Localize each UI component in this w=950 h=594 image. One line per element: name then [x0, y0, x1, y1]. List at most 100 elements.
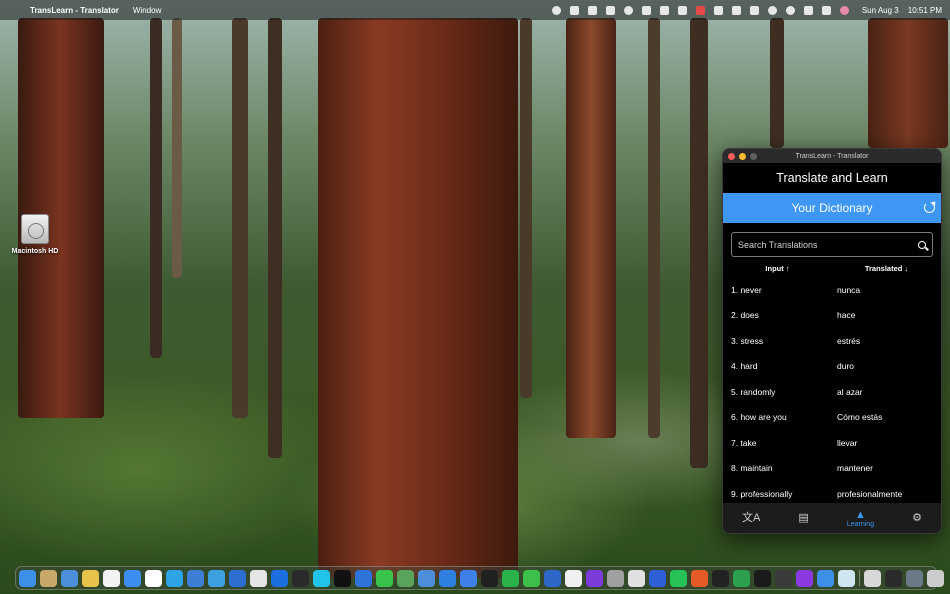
column-headers: Input ↑ Translated ↓ [723, 262, 941, 274]
record-status-icon[interactable] [623, 5, 633, 15]
translation-row[interactable]: 7. take llevar [723, 430, 941, 456]
screenshot-status-icon[interactable] [641, 5, 651, 15]
dock-app-icon[interactable] [334, 569, 351, 587]
menu-app-name[interactable]: TransLearn - Translator [30, 6, 119, 15]
tree-trunk [520, 18, 532, 398]
tab-settings[interactable]: ⚙ [912, 512, 922, 524]
row-translated: profesionalmente [837, 488, 903, 499]
dock-app-icon[interactable] [838, 569, 855, 587]
translation-row[interactable]: 5. randomly al azar [723, 379, 941, 405]
menu-window[interactable]: Window [133, 6, 161, 15]
tab-learning[interactable]: ▲ Learning [847, 509, 874, 528]
dock-app-icon[interactable] [481, 569, 498, 587]
dock-app-icon[interactable] [733, 569, 750, 587]
dock-app-icon[interactable] [670, 569, 687, 587]
translation-list: 1. never nunca 2. does hace 3. stress estré… [723, 277, 941, 507]
dock-app-icon[interactable] [586, 569, 603, 587]
row-input: 3. stress [731, 335, 764, 346]
search-icon[interactable] [918, 240, 926, 249]
tab-dictionary[interactable]: ▤ [798, 512, 808, 524]
dock-app-icon[interactable] [864, 569, 881, 587]
window-titlebar[interactable]: TransLearn - Translator [723, 149, 941, 163]
dock-app-icon[interactable] [775, 569, 792, 587]
dock-app-icon[interactable] [124, 569, 141, 587]
dock-app-icon[interactable] [19, 569, 36, 587]
dock-app-icon[interactable] [82, 569, 99, 587]
control-center-icon[interactable] [821, 5, 831, 15]
status-area: Sun Aug 3 10:51 PM [551, 5, 942, 15]
dock-app-icon[interactable] [313, 569, 330, 587]
menu-time[interactable]: 10:51 PM [908, 6, 942, 15]
translation-row[interactable]: 4. hard duro [723, 354, 941, 380]
wifi-status-icon[interactable] [785, 5, 795, 15]
siri-icon[interactable] [839, 5, 849, 15]
tab-translate[interactable]: 文A [742, 512, 760, 524]
translation-row[interactable]: 6. how are you Cómo estás [723, 405, 941, 431]
translation-row[interactable]: 1. never nunca [723, 277, 941, 303]
sort-up-icon: ↑ [783, 263, 790, 273]
dock-app-icon[interactable] [250, 569, 267, 587]
desktop-icon-macintosh-hd[interactable]: Macintosh HD [10, 214, 60, 255]
row-translated: llevar [837, 437, 858, 448]
bluetooth-status-icon[interactable] [749, 5, 759, 15]
graduation-cap-icon: ▲ [855, 508, 866, 521]
dock-app-icon[interactable] [397, 569, 414, 587]
dock-app-icon[interactable] [906, 569, 923, 587]
stats-status-icon[interactable] [713, 5, 723, 15]
dock-app-icon[interactable] [754, 569, 771, 587]
search-input[interactable] [738, 239, 918, 250]
dock-app-icon[interactable] [271, 569, 288, 587]
row-input: 9. professionally [731, 488, 793, 499]
dock-app-icon[interactable] [292, 569, 309, 587]
dock-app-icon[interactable] [565, 569, 582, 587]
edit-status-icon[interactable] [677, 5, 687, 15]
search-status-icon[interactable] [551, 5, 561, 15]
dock-app-icon[interactable] [544, 569, 561, 587]
dock-app-icon[interactable] [103, 569, 120, 587]
tree-trunk [268, 18, 282, 458]
dock-app-icon[interactable] [607, 569, 624, 587]
dock-app-icon[interactable] [40, 569, 57, 587]
row-translated: nunca [837, 284, 861, 295]
dock-app-icon[interactable] [229, 569, 246, 587]
menu-date[interactable]: Sun Aug 3 [862, 6, 899, 15]
dock-app-icon[interactable] [502, 569, 519, 587]
dock-app-icon[interactable] [145, 569, 162, 587]
dock-app-icon[interactable] [712, 569, 729, 587]
row-translated: al azar [837, 386, 863, 397]
dock-app-icon[interactable] [796, 569, 813, 587]
dock-app-icon[interactable] [208, 569, 225, 587]
shield-status-icon[interactable] [587, 5, 597, 15]
lock-status-icon[interactable] [731, 5, 741, 15]
dock-app-icon[interactable] [691, 569, 708, 587]
dock-app-icon[interactable] [927, 569, 944, 587]
translation-row[interactable]: 2. does hace [723, 303, 941, 329]
battery-status-icon[interactable] [803, 5, 813, 15]
dock-app-icon[interactable] [439, 569, 456, 587]
dock-app-icon[interactable] [817, 569, 834, 587]
row-translated: Cómo estás [837, 412, 883, 423]
dock-app-icon[interactable] [628, 569, 645, 587]
dock-app-icon[interactable] [523, 569, 540, 587]
dock-app-icon[interactable] [649, 569, 666, 587]
dock-app-icon[interactable] [418, 569, 435, 587]
column-header-input[interactable]: Input ↑ [723, 264, 832, 273]
chat-status-icon[interactable] [767, 5, 777, 15]
dock-app-icon[interactable] [885, 569, 902, 587]
focus-status-icon[interactable] [659, 5, 669, 15]
dock-app-icon[interactable] [166, 569, 183, 587]
hand-status-icon[interactable] [569, 5, 579, 15]
dock-app-icon[interactable] [355, 569, 372, 587]
refresh-icon[interactable] [924, 202, 935, 213]
dock-app-icon[interactable] [61, 569, 78, 587]
tree-trunk [770, 18, 784, 148]
app-status-icon[interactable] [695, 5, 705, 15]
column-header-translated[interactable]: Translated ↓ [832, 264, 941, 273]
dock-app-icon[interactable] [376, 569, 393, 587]
tree-trunk [150, 18, 162, 358]
translation-row[interactable]: 8. maintain mantener [723, 456, 941, 482]
download-status-icon[interactable] [605, 5, 615, 15]
dock-app-icon[interactable] [460, 569, 477, 587]
dock-app-icon[interactable] [187, 569, 204, 587]
translation-row[interactable]: 3. stress estrés [723, 328, 941, 354]
